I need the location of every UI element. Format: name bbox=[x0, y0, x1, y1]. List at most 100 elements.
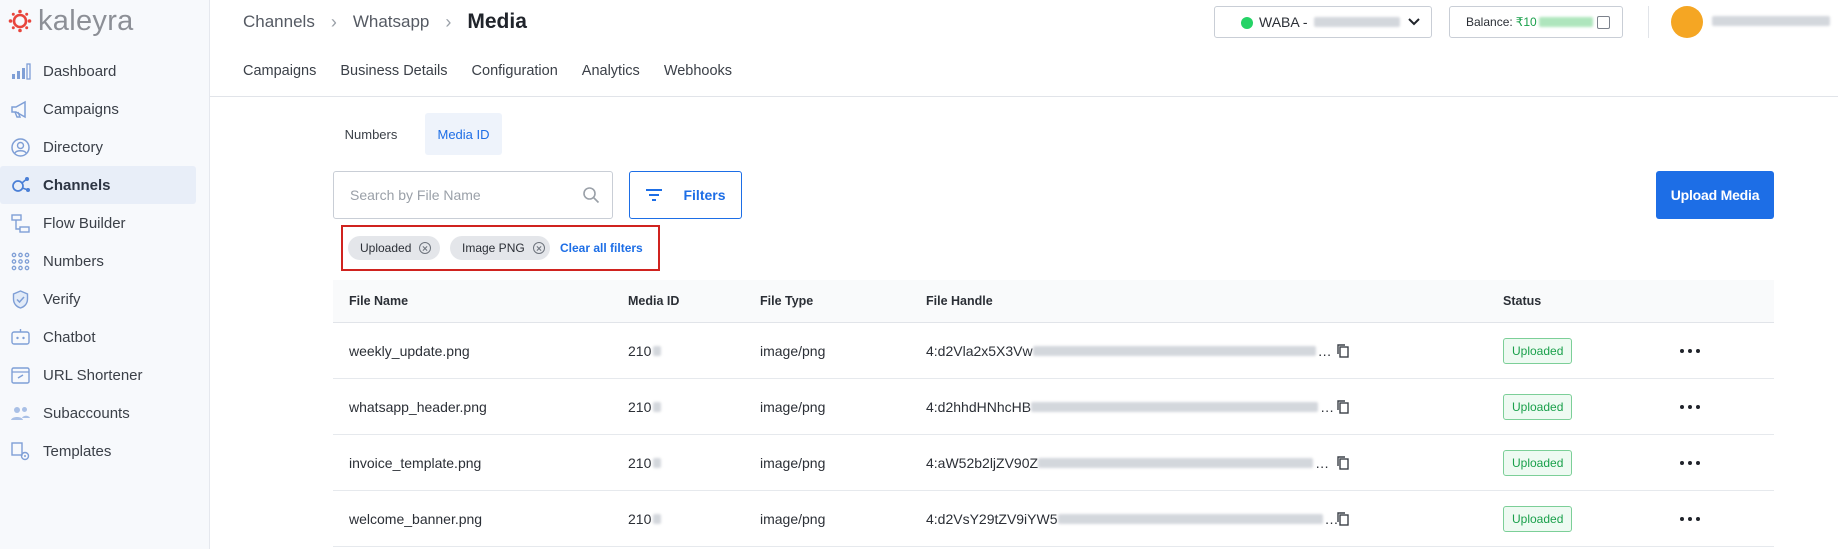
column-header-status: Status bbox=[1503, 294, 1542, 308]
file-type: image/png bbox=[760, 342, 826, 359]
media-id: 210 bbox=[628, 455, 662, 471]
file-type: image/png bbox=[760, 510, 826, 527]
sidebar-item-label: Dashboard bbox=[43, 62, 117, 80]
file-handle: 4:d2VsY29tZV9iYW5… bbox=[926, 510, 1339, 527]
clear-all-filters-link[interactable]: Clear all filters bbox=[560, 241, 643, 255]
tab-webhooks[interactable]: Webhooks bbox=[664, 63, 732, 79]
sidebar-item-dashboard[interactable]: Dashboard bbox=[0, 52, 196, 90]
sidebar-item-templates[interactable]: Templates bbox=[0, 432, 196, 470]
filter-chip-uploaded: Uploaded bbox=[348, 236, 440, 260]
search-icon bbox=[583, 187, 600, 204]
filter-lines-icon bbox=[646, 189, 663, 201]
sidebar-item-label: Channels bbox=[43, 176, 111, 194]
file-name: weekly_update.png bbox=[349, 342, 470, 359]
megaphone-icon bbox=[10, 99, 31, 120]
column-header-file-name: File Name bbox=[349, 294, 409, 308]
media-id: 210 bbox=[628, 399, 662, 415]
flow-icon bbox=[10, 213, 31, 234]
sidebar-item-flow-builder[interactable]: Flow Builder bbox=[0, 204, 196, 242]
sidebar-item-label: Directory bbox=[43, 138, 104, 156]
status-badge: Uploaded bbox=[1503, 337, 1573, 364]
search-input[interactable] bbox=[350, 187, 560, 203]
remove-chip-icon[interactable] bbox=[532, 242, 545, 254]
sidebar-item-label: Numbers bbox=[43, 252, 104, 270]
person-circle-icon bbox=[10, 137, 31, 158]
breadcrumb-whatsapp[interactable]: Whatsapp bbox=[353, 12, 430, 32]
file-name: welcome_banner.png bbox=[349, 510, 483, 527]
column-header-file-type: File Type bbox=[760, 294, 814, 308]
upload-media-button[interactable]: Upload Media bbox=[1656, 171, 1774, 219]
tabs-divider bbox=[210, 96, 1838, 97]
dial-grid-icon bbox=[10, 251, 31, 272]
sidebar-item-numbers[interactable]: Numbers bbox=[0, 242, 196, 280]
waba-label: WABA - bbox=[1259, 14, 1308, 30]
sidebar-item-label: Campaigns bbox=[43, 100, 119, 118]
waba-name-redacted bbox=[1313, 17, 1400, 27]
table-row[interactable]: welcome_banner.png 210 image/png 4:d2VsY… bbox=[333, 491, 1774, 547]
tab-campaigns[interactable]: Campaigns bbox=[243, 63, 316, 79]
file-type: image/png bbox=[760, 454, 826, 471]
link-icon bbox=[10, 365, 31, 386]
chevron-right-icon: › bbox=[445, 11, 452, 32]
media-table: File Name Media ID File Type File Handle… bbox=[333, 280, 1774, 547]
more-options-icon[interactable] bbox=[1680, 349, 1700, 353]
table-header: File Name Media ID File Type File Handle… bbox=[333, 280, 1774, 323]
sidebar-item-url-shortener[interactable]: URL Shortener bbox=[0, 356, 196, 394]
username-redacted[interactable] bbox=[1712, 16, 1830, 26]
sidebar-nav: Dashboard Campaigns Directory Channels F… bbox=[0, 52, 196, 470]
table-row[interactable]: invoice_template.png 210 image/png 4:aW5… bbox=[333, 435, 1774, 491]
sidebar-item-label: Verify bbox=[43, 290, 81, 308]
media-id: 210 bbox=[628, 511, 662, 527]
more-options-icon[interactable] bbox=[1680, 461, 1700, 465]
tab-analytics[interactable]: Analytics bbox=[582, 63, 640, 79]
bar-chart-icon bbox=[10, 61, 31, 82]
users-icon bbox=[10, 403, 31, 424]
filters-button[interactable]: Filters bbox=[629, 171, 742, 219]
tab-configuration[interactable]: Configuration bbox=[472, 63, 558, 79]
shield-check-icon bbox=[10, 289, 31, 310]
page-title: Media bbox=[467, 10, 527, 33]
sidebar-item-chatbot[interactable]: Chatbot bbox=[0, 318, 196, 356]
search-box[interactable] bbox=[333, 171, 613, 219]
media-id: 210 bbox=[628, 343, 662, 359]
refresh-icon[interactable] bbox=[1597, 16, 1610, 29]
balance-amount-redacted bbox=[1538, 17, 1593, 27]
filters-label: Filters bbox=[683, 187, 726, 203]
status-badge: Uploaded bbox=[1503, 393, 1573, 420]
breadcrumb-channels[interactable]: Channels bbox=[243, 12, 315, 32]
copy-icon[interactable] bbox=[1336, 399, 1350, 415]
file-handle: 4:d2Vla2x5X3Vw… bbox=[926, 342, 1332, 359]
chevron-right-icon: › bbox=[330, 11, 337, 32]
copy-icon[interactable] bbox=[1336, 343, 1350, 359]
more-options-icon[interactable] bbox=[1680, 517, 1700, 521]
subtab-media-id[interactable]: Media ID bbox=[425, 113, 502, 155]
file-name: invoice_template.png bbox=[349, 454, 482, 471]
sidebar-item-campaigns[interactable]: Campaigns bbox=[0, 90, 196, 128]
waba-selector[interactable]: WABA - bbox=[1214, 6, 1432, 38]
sidebar-item-label: Templates bbox=[43, 442, 112, 460]
tab-business-details[interactable]: Business Details bbox=[340, 63, 447, 79]
sidebar-item-verify[interactable]: Verify bbox=[0, 280, 196, 318]
kaleyra-logo-icon bbox=[8, 9, 32, 33]
sidebar-item-channels[interactable]: Channels bbox=[0, 166, 196, 204]
file-handle: 4:d2hhdHNhcHB… bbox=[926, 398, 1335, 415]
sidebar-item-subaccounts[interactable]: Subaccounts bbox=[0, 394, 196, 432]
table-row[interactable]: whatsapp_header.png 210 image/png 4:d2hh… bbox=[333, 379, 1774, 435]
file-handle: 4:aW52b2ljZV90Z… bbox=[926, 454, 1330, 471]
remove-chip-icon[interactable] bbox=[419, 242, 432, 254]
column-header-file-handle: File Handle bbox=[926, 294, 993, 308]
template-gear-icon bbox=[10, 441, 31, 462]
table-row[interactable]: weekly_update.png 210 image/png 4:d2Vla2… bbox=[333, 323, 1774, 379]
sidebar-item-directory[interactable]: Directory bbox=[0, 128, 196, 166]
avatar[interactable] bbox=[1671, 6, 1703, 38]
chip-label: Uploaded bbox=[360, 241, 412, 255]
kaleyra-logo[interactable]: kaleyra bbox=[8, 5, 134, 37]
sidebar-item-label: Subaccounts bbox=[43, 404, 130, 422]
more-options-icon[interactable] bbox=[1680, 405, 1700, 409]
subtab-numbers[interactable]: Numbers bbox=[334, 113, 408, 155]
chip-label: Image PNG bbox=[462, 241, 525, 255]
sidebar-item-label: URL Shortener bbox=[43, 366, 143, 384]
copy-icon[interactable] bbox=[1336, 511, 1350, 527]
copy-icon[interactable] bbox=[1336, 455, 1350, 471]
breadcrumb: Channels › Whatsapp › Media bbox=[243, 10, 527, 34]
